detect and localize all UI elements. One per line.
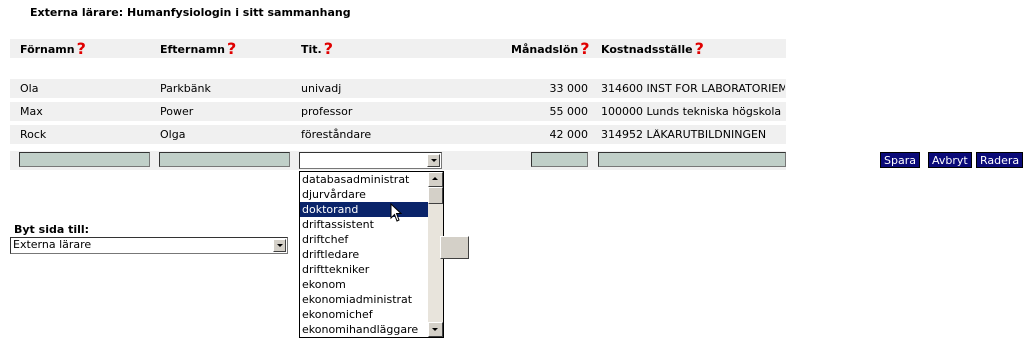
page-switch-value: Externa lärare xyxy=(13,238,92,251)
header-manadslon: Månadslön? xyxy=(511,41,589,57)
cell-manadslon: 33 000 xyxy=(549,82,589,95)
delete-button[interactable]: Radera xyxy=(976,152,1024,168)
cell-manadslon: 42 000 xyxy=(549,128,589,141)
fornamn-input[interactable] xyxy=(19,152,150,167)
table-row[interactable]: Rock Olga föreståndare 42 000 314952 LÄK… xyxy=(10,125,786,144)
cell-fornamn: Max xyxy=(20,105,43,118)
cell-titel: univadj xyxy=(301,82,342,95)
cell-manadslon: 55 000 xyxy=(549,105,589,118)
chevron-down-icon[interactable] xyxy=(427,154,440,167)
header-kostnadsstalle: Kostnadsställe? xyxy=(601,41,704,57)
cell-kostnadsstalle: 314600 INST FÖR LABORATORIEMEDICIN, MALM… xyxy=(601,83,785,95)
cancel-button[interactable]: Avbryt xyxy=(928,152,972,168)
page-switch-select[interactable]: Externa lärare xyxy=(10,237,288,254)
list-item[interactable]: driftledare xyxy=(300,247,428,262)
scroll-down-icon[interactable] xyxy=(428,322,443,337)
cell-efternamn: Olga xyxy=(160,128,186,141)
list-item[interactable]: ekonomihandläggare xyxy=(300,322,428,337)
list-item[interactable]: databasadministrat xyxy=(300,172,428,187)
list-item[interactable]: drifttekniker xyxy=(300,262,428,277)
go-button[interactable] xyxy=(440,236,469,259)
list-item-selected[interactable]: doktorand xyxy=(300,202,428,217)
list-item[interactable]: ekonomiadministrat xyxy=(300,292,428,307)
header-efternamn: Efternamn? xyxy=(160,41,236,57)
help-icon[interactable]: ? xyxy=(227,39,236,58)
cell-efternamn: Power xyxy=(160,105,194,118)
chevron-down-icon[interactable] xyxy=(273,239,286,252)
table-row[interactable]: Ola Parkbänk univadj 33 000 314600 INST … xyxy=(10,79,786,98)
header-titel-label: Tit. xyxy=(301,43,322,56)
cell-kostnadsstalle: 314952 LÄKARUTBILDNINGEN xyxy=(601,129,767,141)
cell-fornamn: Rock xyxy=(20,128,47,141)
list-item[interactable]: ekonomichef xyxy=(300,307,428,322)
help-icon[interactable]: ? xyxy=(695,39,704,58)
list-item[interactable]: driftchef xyxy=(300,232,428,247)
save-button[interactable]: Spara xyxy=(880,152,920,168)
scroll-thumb[interactable] xyxy=(428,187,443,204)
help-icon[interactable]: ? xyxy=(77,39,86,58)
help-icon[interactable]: ? xyxy=(580,39,589,58)
efternamn-input[interactable] xyxy=(159,152,290,167)
page-switch-label: Byt sida till: xyxy=(14,223,90,236)
mouse-pointer-icon xyxy=(390,203,403,222)
cell-titel: föreståndare xyxy=(301,128,372,141)
list-item[interactable]: djurvårdare xyxy=(300,187,428,202)
header-fornamn-label: Förnamn xyxy=(20,43,75,56)
header-manadslon-label: Månadslön xyxy=(511,43,579,56)
titel-dropdown-list[interactable]: databasadministrat djurvårdare doktorand… xyxy=(299,171,444,338)
cell-efternamn: Parkbänk xyxy=(160,82,211,95)
titel-select[interactable] xyxy=(299,152,442,169)
list-item[interactable]: ekonom xyxy=(300,277,428,292)
help-icon[interactable]: ? xyxy=(324,39,333,58)
scroll-up-icon[interactable] xyxy=(428,172,443,187)
header-titel: Tit.? xyxy=(301,41,333,57)
header-kostnadsstalle-label: Kostnadsställe xyxy=(601,43,693,56)
list-item[interactable]: driftassistent xyxy=(300,217,428,232)
cell-fornamn: Ola xyxy=(20,82,39,95)
cell-titel: professor xyxy=(301,105,353,118)
header-efternamn-label: Efternamn xyxy=(160,43,225,56)
table-row[interactable]: Max Power professor 55 000 100000 Lunds … xyxy=(10,102,786,121)
kostnadsstalle-input[interactable] xyxy=(598,152,786,167)
page-title: Externa lärare: Humanfysiologin i sitt s… xyxy=(30,6,351,19)
manadslon-input[interactable] xyxy=(531,152,588,167)
cell-kostnadsstalle: 100000 Lunds tekniska högskola xyxy=(601,106,782,118)
header-fornamn: Förnamn? xyxy=(20,41,86,57)
